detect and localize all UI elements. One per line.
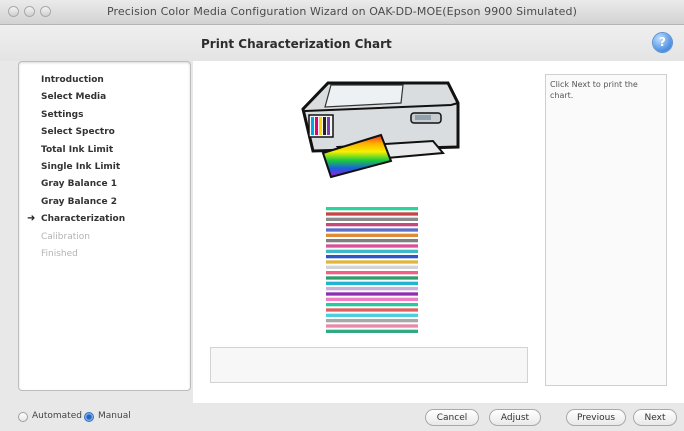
next-button[interactable]: Next bbox=[633, 409, 677, 426]
footer: Automated Manual Cancel Adjust Previous … bbox=[0, 403, 684, 431]
step-item: Gray Balance 2 bbox=[41, 196, 117, 207]
chart-stripe bbox=[326, 217, 418, 221]
chart-stripe bbox=[326, 233, 418, 237]
step-item: Characterization bbox=[41, 214, 126, 225]
current-step-arrow-icon: ➜ bbox=[27, 213, 36, 225]
chart-stripe bbox=[326, 297, 418, 301]
chart-stripe bbox=[326, 292, 418, 296]
automated-radio[interactable] bbox=[18, 412, 28, 422]
step-item: Select Media bbox=[41, 92, 107, 103]
step-item: Finished bbox=[41, 249, 78, 259]
title-bar: Precision Color Media Configuration Wiza… bbox=[0, 0, 684, 25]
chart-stripe bbox=[326, 303, 418, 307]
header: Print Characterization Chart ? bbox=[0, 25, 684, 61]
manual-radio[interactable] bbox=[84, 412, 94, 422]
step-item: Single Ink Limit bbox=[41, 162, 121, 172]
page-title: Print Characterization Chart bbox=[201, 37, 392, 51]
chart-stripe bbox=[326, 271, 418, 275]
chart-stripe bbox=[326, 249, 418, 253]
manual-label: Manual bbox=[98, 411, 131, 421]
chart-stripe bbox=[326, 223, 418, 227]
step-item: Calibration bbox=[41, 231, 90, 242]
chart-stripe bbox=[326, 228, 418, 232]
help-icon[interactable]: ? bbox=[653, 33, 672, 52]
window-title: Precision Color Media Configuration Wiza… bbox=[107, 5, 577, 18]
main-panel: Click Next to print the chart. bbox=[193, 61, 684, 403]
chart-stripe bbox=[326, 255, 418, 259]
chart-stripe bbox=[326, 276, 418, 280]
characterization-chart-preview bbox=[326, 207, 418, 333]
automated-label: Automated bbox=[32, 411, 82, 421]
previous-button[interactable]: Previous bbox=[566, 409, 626, 426]
chart-stripe bbox=[326, 207, 418, 211]
step-item: Total Ink Limit bbox=[41, 144, 114, 155]
chart-stripe bbox=[326, 308, 418, 312]
chart-stripe bbox=[326, 281, 418, 285]
chart-stripe bbox=[326, 324, 418, 328]
adjust-button[interactable]: Adjust bbox=[489, 409, 541, 426]
step-item: Gray Balance 1 bbox=[41, 179, 117, 190]
message-box bbox=[210, 347, 528, 383]
step-item: Select Spectro bbox=[41, 127, 115, 138]
instruction-panel: Click Next to print the chart. bbox=[545, 74, 667, 386]
step-item: Settings bbox=[41, 109, 84, 120]
chart-stripe bbox=[326, 239, 418, 243]
chart-stripe bbox=[326, 313, 418, 317]
printer-illustration bbox=[301, 81, 460, 179]
step-item: Introduction bbox=[41, 75, 104, 85]
chart-stripe bbox=[326, 265, 418, 269]
chart-stripe bbox=[326, 244, 418, 248]
cancel-button[interactable]: Cancel bbox=[425, 409, 479, 426]
steps-sidebar: Introduction Select Media Settings Select S… bbox=[18, 61, 191, 391]
chart-stripe bbox=[326, 260, 418, 264]
chart-stripe bbox=[326, 212, 418, 216]
wizard-window: Precision Color Media Configuration Wiza… bbox=[0, 0, 684, 431]
chart-stripe bbox=[326, 287, 418, 291]
chart-stripe bbox=[326, 329, 418, 333]
chart-stripe bbox=[326, 319, 418, 323]
